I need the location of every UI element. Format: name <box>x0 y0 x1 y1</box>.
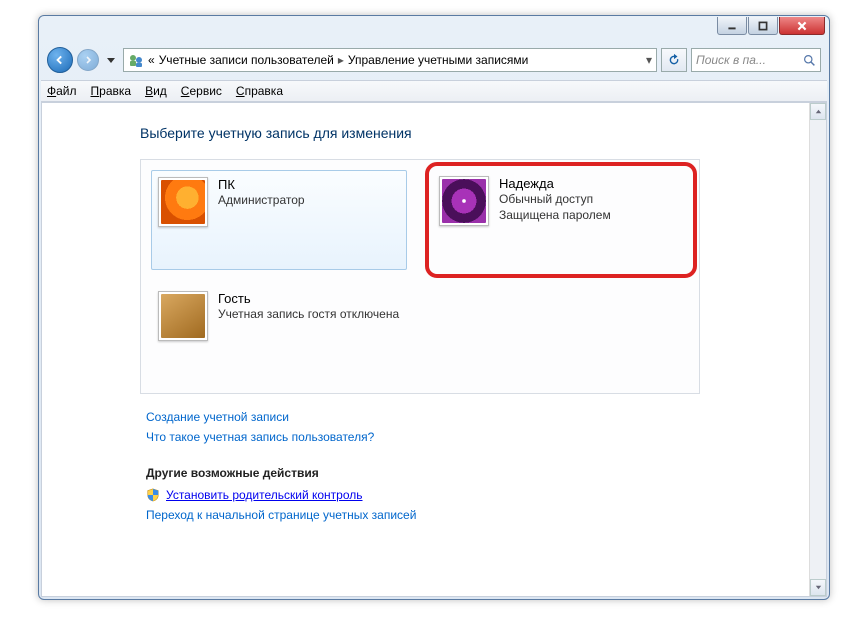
link-accounts-home[interactable]: Переход к начальной странице учетных зап… <box>146 508 416 522</box>
breadcrumb-prefix: « <box>148 53 155 67</box>
account-status: Учетная запись гостя отключена <box>218 306 399 322</box>
account-pc[interactable]: ПК Администратор <box>151 170 407 270</box>
search-icon <box>803 54 816 67</box>
account-name: ПК <box>218 177 305 192</box>
other-actions-header: Другие возможные действия <box>146 466 763 480</box>
search-placeholder: Поиск в па... <box>696 53 766 67</box>
avatar <box>158 291 208 341</box>
address-bar[interactable]: « Учетные записи пользователей ▸ Управле… <box>123 48 657 72</box>
account-role: Обычный доступ <box>499 191 611 207</box>
minimize-button[interactable] <box>717 17 747 35</box>
maximize-button[interactable] <box>748 17 778 35</box>
nav-history-dropdown[interactable] <box>107 58 115 63</box>
breadcrumb-seg2[interactable]: Управление учетными записями <box>348 53 528 67</box>
menu-tools[interactable]: Сервис <box>181 84 222 98</box>
menu-view[interactable]: Вид <box>145 84 167 98</box>
scroll-up-button[interactable] <box>810 103 826 120</box>
link-parental-controls[interactable]: Установить родительский контроль <box>166 488 363 502</box>
accounts-grid: ПК Администратор Надежда Обычный доступ … <box>140 159 700 394</box>
shield-icon <box>146 488 160 502</box>
account-nadezhda[interactable]: Надежда Обычный доступ Защищена паролем <box>433 170 689 232</box>
search-input[interactable]: Поиск в па... <box>691 48 821 72</box>
account-guest[interactable]: Гость Учетная запись гостя отключена <box>151 284 407 384</box>
nav-forward-button[interactable] <box>77 49 99 71</box>
vertical-scrollbar[interactable] <box>809 103 826 596</box>
menu-file[interactable]: Файл <box>47 84 77 98</box>
avatar <box>158 177 208 227</box>
chevron-right-icon[interactable]: ▸ <box>338 53 344 67</box>
user-accounts-icon <box>128 52 144 68</box>
chevron-down-icon[interactable]: ▾ <box>646 53 652 67</box>
link-what-is-account[interactable]: Что такое учетная запись пользователя? <box>146 430 763 444</box>
close-button[interactable] <box>779 17 825 35</box>
account-name: Гость <box>218 291 399 306</box>
account-pwstatus: Защищена паролем <box>499 207 611 223</box>
breadcrumb-seg1[interactable]: Учетные записи пользователей <box>159 53 334 67</box>
avatar <box>439 176 489 226</box>
menu-help[interactable]: Справка <box>236 84 283 98</box>
scroll-down-button[interactable] <box>810 579 826 596</box>
account-role: Администратор <box>218 192 305 208</box>
scroll-track[interactable] <box>810 120 826 579</box>
link-create-account[interactable]: Создание учетной записи <box>146 410 763 424</box>
refresh-button[interactable] <box>661 48 687 72</box>
menu-edit[interactable]: Правка <box>91 84 132 98</box>
nav-back-button[interactable] <box>47 47 73 73</box>
page-title: Выберите учетную запись для изменения <box>140 125 763 141</box>
account-name: Надежда <box>499 176 611 191</box>
